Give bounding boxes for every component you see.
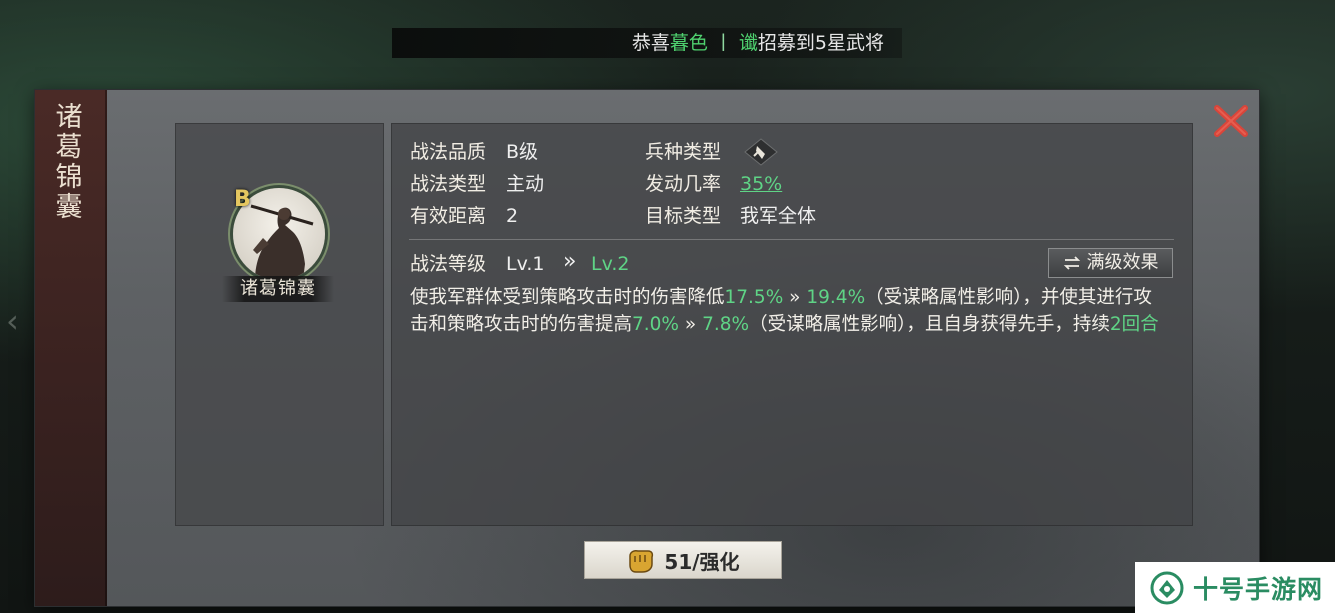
desc-value-2b: 7.8% [702,313,750,335]
desc-arrow-1: » [783,287,807,308]
divider [409,239,1174,240]
troop-type-icon [743,137,779,167]
range-value: 2 [506,205,519,227]
troop-label: 兵种类型 [645,141,722,163]
broadcast-separator: 丨 [713,32,733,54]
desc-value-2a: 7.0% [632,313,680,335]
target-label: 目标类型 [645,205,722,227]
max-level-effect-label: 满级效果 [1086,252,1159,273]
desc-part-1: 使我军群体受到策略攻击时的伤害降低 [410,287,725,308]
site-logo-icon [1150,571,1184,604]
level-label: 战法等级 [410,253,487,275]
level-next: Lv.2 [591,253,630,275]
broadcast-clan: 谶 [738,32,758,54]
broadcast-prefix: 恭喜 [631,32,670,54]
watermark: 十号手游网 [1135,562,1335,613]
cavalry-icon [744,138,778,166]
quality-label: 战法品质 [410,141,487,163]
broadcast-message: 招募到5星武将 [757,32,884,54]
desc-value-1b: 19.4% [806,287,866,308]
swap-icon [1063,256,1080,270]
skill-title: 诸葛锦囊 [55,103,87,223]
desc-part-3: （受谋略属性影响），且自身获得先手，持续 [749,313,1110,335]
skill-portrait-box [175,123,384,526]
target-value: 我军全体 [740,205,817,227]
close-button[interactable] [1208,100,1254,142]
rate-value[interactable]: 35% [740,172,782,196]
skill-title-text: 诸葛锦囊 [55,102,83,223]
fist-icon [629,550,654,573]
desc-value-3: 2回合 [1109,313,1159,335]
desc-value-1a: 17.5% [724,287,784,308]
back-arrow-icon: ‹ [6,302,19,340]
broadcast-player: 暮色 [669,32,708,54]
type-label: 战法类型 [410,173,487,195]
range-label: 有效距离 [410,205,487,227]
level-current: Lv.1 [506,253,545,275]
grade-badge: B [234,187,251,212]
close-icon [1214,105,1248,137]
rate-label: 发动几率 [645,173,722,195]
portrait-name: 诸葛锦囊 [222,276,334,302]
desc-arrow-2: » [679,313,703,335]
type-value: 主动 [506,173,545,195]
upgrade-label: 51/强化 [664,549,740,574]
max-level-effect-button[interactable]: 满级效果 [1048,248,1173,278]
upgrade-button[interactable]: 51/强化 [584,541,782,579]
level-arrow-icon: » [563,249,577,274]
broadcast-banner: 恭喜暮色丨谶招募到5星武将 [392,28,902,58]
quality-value: B级 [506,141,539,163]
watermark-text: 十号手游网 [1193,574,1324,604]
skill-description: 使我军群体受到策略攻击时的伤害降低17.5% » 19.4% （受谋略属性影响），… [410,285,1170,338]
